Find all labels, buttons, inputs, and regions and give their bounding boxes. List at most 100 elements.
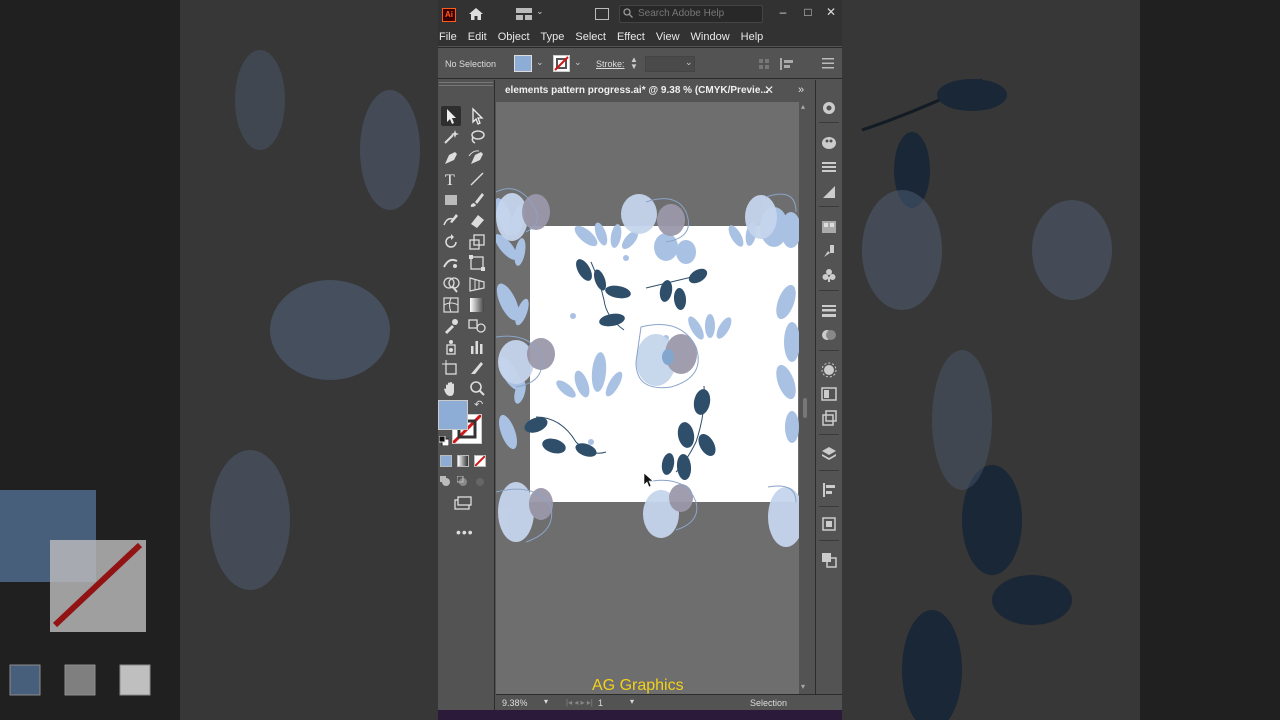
selection-tool-icon[interactable] [441,106,461,126]
arrange-documents-icon[interactable] [595,8,609,20]
gradient-mode-button[interactable] [457,455,469,467]
vertical-scrollbar[interactable]: ▴ ▾ [799,102,811,694]
artboard-tool-icon[interactable] [441,358,461,378]
type-tool-icon[interactable]: T [441,169,461,189]
rectangle-tool-icon[interactable] [441,190,461,210]
canvas-area[interactable] [496,102,799,694]
align-panel-icon[interactable] [821,482,837,498]
tools-panel: T ↶ ••• [438,80,495,710]
scale-tool-icon[interactable] [467,232,487,252]
stroke-weight-stepper[interactable]: ▲ ▼ [630,56,638,71]
rotate-tool-icon[interactable] [441,232,461,252]
draw-normal-icon[interactable] [440,476,452,488]
close-document-button[interactable]: ✕ [764,83,774,97]
chevron-down-icon[interactable]: ▾ [544,697,548,706]
shape-builder-tool-icon[interactable] [441,274,461,294]
perspective-grid-tool-icon[interactable] [467,274,487,294]
artboard-number-field[interactable]: 1 [598,698,603,708]
fill-color-swatch[interactable] [514,55,532,72]
collapse-panels-icon[interactable]: » [798,84,804,96]
graphic-styles-icon[interactable] [821,386,837,402]
symbol-sprayer-tool-icon[interactable] [441,337,461,357]
default-fill-stroke-icon[interactable] [439,436,449,446]
pathfinder-icon[interactable] [821,552,837,568]
menu-effect[interactable]: Effect [617,31,651,43]
shaper-tool-icon[interactable] [441,211,461,231]
direct-selection-tool-icon[interactable] [467,106,487,126]
swatches-icon[interactable] [821,219,837,235]
free-transform-tool-icon[interactable] [467,253,487,273]
search-help-input[interactable]: Search Adobe Help [619,5,763,23]
scroll-up-icon[interactable]: ▴ [801,102,805,111]
more-tools-icon[interactable]: ••• [456,524,474,540]
chevron-down-icon[interactable]: ⌄ [536,6,544,17]
stroke-panel-icon[interactable] [821,302,837,318]
chevron-down-icon[interactable]: ⌄ [574,57,582,68]
menu-window[interactable]: Window [691,31,736,43]
swap-fill-stroke-icon[interactable]: ↶ [474,398,483,411]
zoom-tool-icon[interactable] [467,379,487,399]
fill-swatch-large[interactable] [438,400,468,430]
artboard-navigation[interactable]: |◂ ◂ ▸ ▸| [566,698,593,707]
brushes-icon[interactable] [821,243,837,259]
document-tab[interactable]: elements pattern progress.ai* @ 9.38 % (… [496,80,816,102]
distribute-icon[interactable] [780,58,794,70]
home-icon[interactable] [468,7,484,21]
minimize-button[interactable]: – [775,4,791,20]
menu-file[interactable]: File [439,31,463,43]
color-icon[interactable] [821,135,837,151]
layers-icon[interactable] [821,446,837,462]
appearance-icon[interactable] [821,362,837,378]
background-dim [842,0,1280,720]
align-icon[interactable] [758,58,770,70]
chevron-down-icon[interactable]: ⌄ [536,57,544,68]
scroll-down-icon[interactable]: ▾ [801,682,805,691]
zoom-level-field[interactable]: 9.38% [502,698,528,708]
column-graph-tool-icon[interactable] [467,337,487,357]
maximize-button[interactable]: □ [800,4,816,20]
menu-edit[interactable]: Edit [468,31,493,43]
close-window-button[interactable]: ✕ [823,4,839,20]
menu-select[interactable]: Select [575,31,612,43]
magic-wand-tool-icon[interactable] [441,127,461,147]
properties-icon[interactable] [821,100,837,116]
line-tool-icon[interactable] [467,169,487,189]
gradient-tool-icon[interactable] [467,295,487,315]
stroke-color-swatch[interactable] [553,55,570,72]
menu-help[interactable]: Help [741,31,770,43]
paintbrush-tool-icon[interactable] [467,190,487,210]
color-guide-icon[interactable] [821,159,837,175]
hand-tool-icon[interactable] [441,379,461,399]
transparency-icon[interactable] [821,327,837,343]
blend-tool-icon[interactable] [467,316,487,336]
screen-mode-icon[interactable] [453,496,473,510]
libraries-icon[interactable] [821,410,837,426]
menu-object[interactable]: Object [498,31,536,43]
none-mode-button[interactable] [474,455,486,467]
lasso-tool-icon[interactable] [467,127,487,147]
draw-behind-icon[interactable] [457,476,469,488]
chevron-down-icon[interactable]: ⌄ [685,57,693,68]
curvature-tool-icon[interactable] [467,148,487,168]
eyedropper-tool-icon[interactable] [441,316,461,336]
workspace-switcher-icon[interactable] [516,8,532,20]
eraser-tool-icon[interactable] [467,211,487,231]
puppet-warp-tool-icon[interactable] [441,253,461,273]
mesh-tool-icon[interactable] [441,295,461,315]
draw-inside-icon[interactable] [474,476,486,488]
menu-type[interactable]: Type [541,31,571,43]
scrollbar-thumb[interactable] [803,398,807,418]
panel-grip[interactable] [439,82,493,86]
slice-tool-icon[interactable] [467,358,487,378]
svg-text:T: T [445,172,455,189]
pattern-artwork[interactable] [496,102,799,694]
menu-view[interactable]: View [656,31,686,43]
gradient-panel-icon[interactable] [821,184,837,200]
pen-tool-icon[interactable] [441,148,461,168]
symbols-icon[interactable] [821,267,837,283]
panel-menu-icon[interactable] [822,58,834,69]
chevron-down-icon[interactable]: ▾ [630,697,634,706]
color-mode-button[interactable] [440,455,452,467]
stroke-label[interactable]: Stroke: [596,59,625,69]
artboards-panel-icon[interactable] [821,516,837,532]
